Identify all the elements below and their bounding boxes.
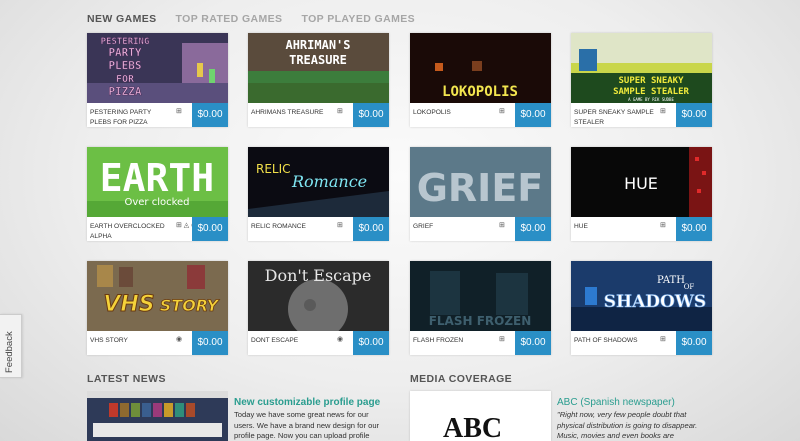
price-button[interactable]: $0.00 (515, 331, 551, 355)
news-thumbnail[interactable] (87, 391, 228, 441)
thumb-title-2: Romance (291, 172, 367, 191)
thumb-title-2: TREASURE (289, 53, 347, 67)
game-thumbnail[interactable]: RELIC Romance (248, 147, 389, 217)
thumb-title: HUE (624, 174, 658, 193)
thumb-title-1: SUPER SNEAKY (618, 76, 684, 86)
price-button[interactable]: $0.00 (676, 103, 712, 127)
game-thumbnail[interactable]: SUPER SNEAKY SAMPLE STEALER A GAME BY RI… (571, 33, 712, 103)
game-title[interactable]: SUPER SNEAKY SAMPLE STEALER (574, 108, 658, 128)
media-excerpt: "Right now, very few people doubt that p… (557, 410, 698, 440)
windows-icon: ⊞ (660, 336, 666, 343)
news-excerpt: Today we have some great news for our us… (234, 410, 380, 440)
game-card[interactable]: RELIC Romance RELIC ROMANCE ⊞ $0.00 (248, 147, 389, 241)
chrome-icon: ◉ (337, 336, 344, 343)
game-thumbnail[interactable]: GRIEF (410, 147, 551, 217)
game-title[interactable]: PATH OF SHADOWS (574, 336, 658, 346)
game-card[interactable]: PATH OF SHADOWS PATH OF SHADOWS ⊞ $0.00 (571, 261, 712, 355)
price-button[interactable]: $0.00 (676, 331, 712, 355)
windows-icon: ⊞ (660, 108, 666, 115)
thumb-title: Don't Escape (265, 266, 372, 285)
chrome-icon: ◉ (176, 336, 183, 343)
thumb-title-5: PIZZA (108, 85, 141, 98)
game-title[interactable]: FLASH FROZEN (413, 336, 497, 346)
price-button[interactable]: $0.00 (515, 103, 551, 127)
windows-icon: ⊞ (499, 336, 505, 343)
price-button[interactable]: $0.00 (353, 217, 389, 241)
game-thumbnail[interactable]: AHRIMAN'S TREASURE (248, 33, 389, 103)
windows-icon: ⊞ (499, 108, 505, 115)
thumb-title-2: SAMPLE STEALER (613, 87, 689, 97)
thumb-title-2: Over clocked (124, 197, 189, 208)
thumb-title-2: STORY (160, 296, 220, 315)
abc-logo: ABC (443, 413, 503, 441)
game-thumbnail[interactable]: LOKOPOLIS (410, 33, 551, 103)
price-button[interactable]: $0.00 (676, 217, 712, 241)
thumb-title-1: AHRIMAN'S (285, 38, 350, 52)
game-card[interactable]: SUPER SNEAKY SAMPLE STEALER A GAME BY RI… (571, 33, 712, 127)
thumb-title-1: VHS (103, 292, 154, 317)
price-button[interactable]: $0.00 (353, 331, 389, 355)
game-title[interactable]: AHRIMANS TREASURE (251, 108, 335, 118)
thumb-title: FLASH FROZEN (429, 314, 532, 328)
game-title[interactable]: EARTH OVERCLOCKED ALPHA (90, 222, 174, 242)
game-card[interactable]: LOKOPOLIS LOKOPOLIS ⊞ $0.00 (410, 33, 551, 127)
game-thumbnail[interactable]: PESTERING PARTY PLEBS FOR PIZZA (87, 33, 228, 103)
windows-icon: ⊞ (176, 108, 182, 115)
windows-icon: ⊞ (337, 222, 343, 229)
news-headline-link[interactable]: New customizable profile page (234, 397, 380, 408)
price-button[interactable]: $0.00 (353, 103, 389, 127)
game-title[interactable]: GRIEF (413, 222, 497, 232)
thumb-title-4: FOR (116, 74, 135, 85)
thumb-title: GRIEF (417, 166, 544, 210)
thumb-title-3: PLEBS (108, 59, 141, 72)
game-card[interactable]: GRIEF GRIEF ⊞ $0.00 (410, 147, 551, 241)
game-thumbnail[interactable]: PATH OF SHADOWS (571, 261, 712, 331)
latest-news-heading: LATEST NEWS (87, 373, 166, 385)
game-title[interactable]: LOKOPOLIS (413, 108, 497, 118)
game-title[interactable]: HUE (574, 222, 658, 232)
thumb-title-3: SHADOWS (604, 292, 706, 312)
tab-bar: NEW GAMES TOP RATED GAMES TOP PLAYED GAM… (87, 13, 415, 25)
game-card[interactable]: AHRIMAN'S TREASURE AHRIMANS TREASURE ⊞ $… (248, 33, 389, 127)
game-card[interactable]: HUE HUE ⊞ $0.00 (571, 147, 712, 241)
thumb-credit: A GAME BY RIK SUDBE (628, 97, 674, 102)
windows-icon: ⊞ (499, 222, 505, 229)
media-coverage-heading: MEDIA COVERAGE (410, 373, 513, 385)
game-title[interactable]: VHS STORY (90, 336, 174, 346)
game-title[interactable]: DONT ESCAPE (251, 336, 335, 346)
price-button[interactable]: $0.00 (192, 331, 228, 355)
thumb-title-2: PARTY (108, 46, 141, 59)
tab-top-played-games[interactable]: TOP PLAYED GAMES (301, 13, 415, 25)
tab-top-rated-games[interactable]: TOP RATED GAMES (176, 13, 283, 25)
game-card[interactable]: EARTH Over clocked EARTH OVERCLOCKED ALP… (87, 147, 228, 241)
game-title[interactable]: RELIC ROMANCE (251, 222, 335, 232)
feedback-tab[interactable]: Feedback (0, 314, 22, 378)
game-title[interactable]: PESTERING PARTY PLEBS FOR PIZZA (90, 108, 174, 128)
price-button[interactable]: $0.00 (192, 217, 228, 241)
media-headline-link[interactable]: ABC (Spanish newspaper) (557, 397, 675, 408)
game-card[interactable]: VHS STORY VHS STORY ◉ $0.00 (87, 261, 228, 355)
game-thumbnail[interactable]: HUE (571, 147, 712, 217)
thumb-title-1: EARTH (100, 156, 214, 200)
game-thumbnail[interactable]: VHS STORY (87, 261, 228, 331)
thumb-title-1: PATH (657, 275, 685, 286)
thumb-title-2: OF (684, 283, 695, 291)
game-card[interactable]: PESTERING PARTY PLEBS FOR PIZZA PESTERIN… (87, 33, 228, 127)
price-button[interactable]: $0.00 (192, 103, 228, 127)
game-thumbnail[interactable]: Don't Escape (248, 261, 389, 331)
game-thumbnail[interactable]: EARTH Over clocked (87, 147, 228, 217)
windows-icon: ⊞ (660, 222, 666, 229)
price-button[interactable]: $0.00 (515, 217, 551, 241)
thumb-title: LOKOPOLIS (442, 84, 518, 100)
thumb-title-1: RELIC (256, 162, 291, 176)
windows-icon: ⊞ (337, 108, 343, 115)
game-card[interactable]: FLASH FROZEN FLASH FROZEN ⊞ $0.00 (410, 261, 551, 355)
tab-new-games[interactable]: NEW GAMES (87, 13, 157, 25)
feedback-label: Feedback (4, 331, 15, 373)
game-card[interactable]: Don't Escape DONT ESCAPE ◉ $0.00 (248, 261, 389, 355)
game-thumbnail[interactable]: FLASH FROZEN (410, 261, 551, 331)
